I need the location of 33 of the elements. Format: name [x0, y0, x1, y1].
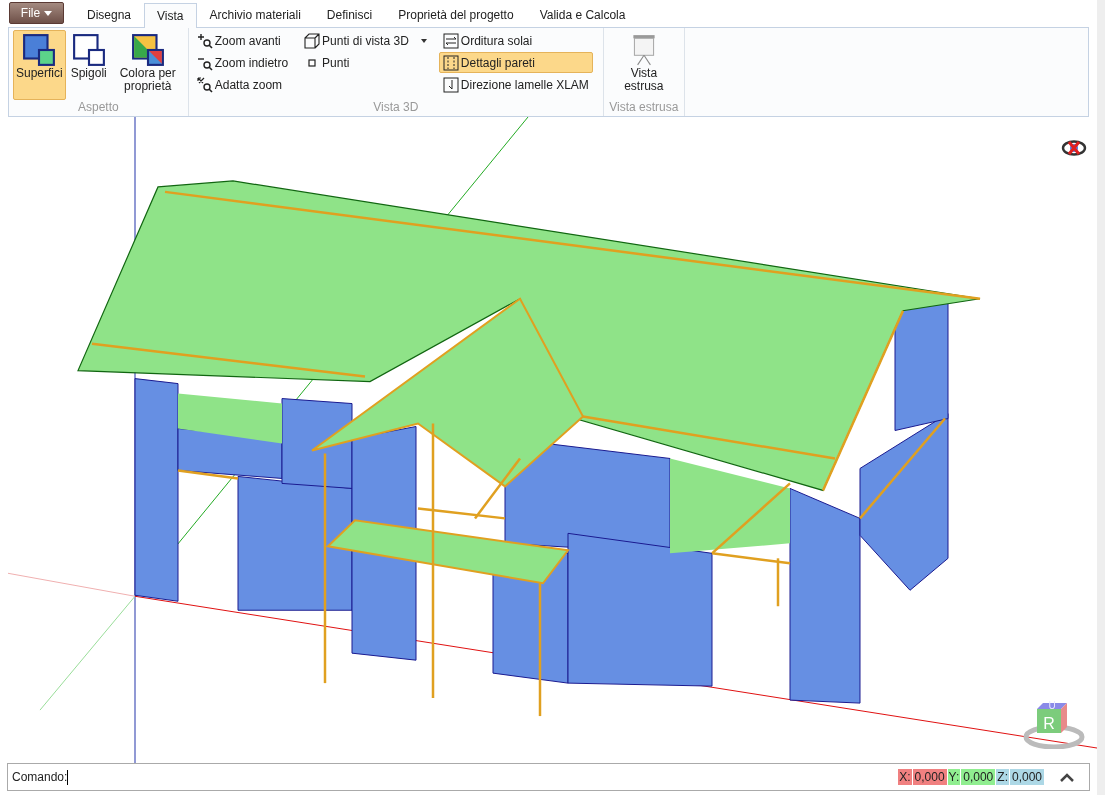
ribbon-button[interactable]: Superfici: [13, 30, 66, 100]
dropdown-caret-icon: [420, 38, 427, 43]
colored-squares-icon: [130, 33, 165, 67]
ribbon-button[interactable]: Punti di vista 3D: [300, 30, 431, 51]
ribbon-button[interactable]: Colora per proprietà: [111, 30, 184, 100]
ribbon-button[interactable]: Vista estrusa: [607, 30, 680, 100]
ribbon-button[interactable]: Direzione lamelle XLAM: [438, 74, 593, 95]
arrows-frame-icon: [442, 32, 459, 49]
file-menu-button[interactable]: File: [9, 2, 64, 24]
ribbon-tab[interactable]: Disegna: [74, 2, 145, 27]
ribbon-tab[interactable]: Vista: [144, 3, 197, 28]
ribbon-tab[interactable]: Definisci: [313, 2, 386, 27]
ribbon-button[interactable]: Zoom indietro: [192, 52, 293, 73]
zoom-fit-icon: [196, 76, 213, 93]
group-title: Aspetto: [77, 100, 120, 116]
zoom-in-icon: [196, 32, 213, 49]
filled-squares-icon: [22, 33, 57, 67]
caret-icon: [44, 10, 53, 16]
ribbon-button[interactable]: Dettagli pareti: [438, 52, 593, 73]
group-title: Vista 3D: [372, 100, 420, 116]
ribbon-tab[interactable]: Proprietà del progetto: [385, 2, 527, 27]
ribbon-button[interactable]: Zoom avanti: [192, 30, 293, 51]
cube-icon: [304, 32, 321, 49]
ribbon-tab[interactable]: Valida e Calcola: [526, 2, 639, 27]
outline-squares-icon: [71, 33, 106, 67]
ribbon-button[interactable]: Punti: [300, 52, 431, 73]
ribbon-button[interactable]: Orditura solai: [438, 30, 593, 51]
ribbon-button[interactable]: Spigoli: [67, 30, 110, 100]
dashed-lines-icon: [442, 54, 459, 71]
group-title: Vista estrusa: [608, 100, 680, 116]
hidden-eye-icon[interactable]: [1061, 139, 1087, 157]
ribbon-button[interactable]: Adatta zoom: [192, 74, 293, 95]
ribbon-tab[interactable]: Archivio materiali: [196, 2, 314, 27]
